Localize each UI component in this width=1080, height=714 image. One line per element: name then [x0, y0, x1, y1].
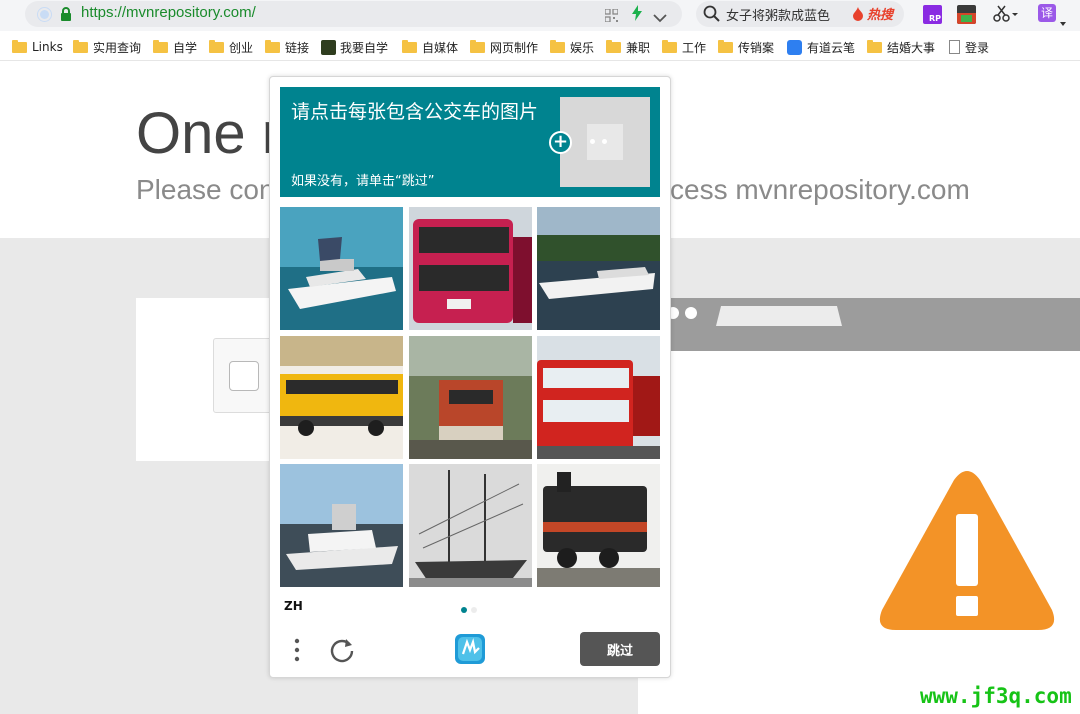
youdao-icon	[787, 39, 802, 55]
hot-search-text: 热搜	[867, 8, 894, 23]
page-dot	[471, 607, 477, 613]
bookmark-label: 自媒体	[422, 40, 459, 55]
skip-button[interactable]: 跳过	[580, 632, 660, 666]
folder-icon	[662, 39, 677, 53]
refresh-icon[interactable]	[328, 636, 356, 664]
extension-rp-icon[interactable]: RP	[923, 5, 942, 24]
bookmark-jiehun[interactable]: 结婚大事	[867, 38, 935, 56]
translate-chevron-icon[interactable]	[1060, 11, 1066, 26]
lightning-icon[interactable]	[631, 5, 643, 21]
lock-icon	[60, 6, 72, 21]
bookmark-gongzuo[interactable]: 工作	[662, 38, 706, 56]
bookmark-zixue[interactable]: 自学	[153, 38, 197, 56]
bookmark-label: 我要自学	[340, 40, 389, 55]
image-tile-yacht[interactable]	[280, 207, 403, 330]
chevron-down-icon[interactable]	[653, 8, 667, 23]
extension-rp-label: RP	[928, 14, 941, 23]
image-tile-sailing-ship[interactable]	[409, 464, 532, 587]
bookmark-shiyong[interactable]: 实用查询	[73, 38, 141, 56]
bookmark-woyaozixue[interactable]: 我要自学	[321, 38, 388, 56]
watermark-text: www.jf3q.com	[920, 684, 1072, 708]
bookmark-label: 工作	[682, 40, 707, 55]
bookmark-youdao[interactable]: 有道云笔	[787, 38, 855, 56]
bookmark-lianjie[interactable]: 链接	[265, 38, 309, 56]
bookmark-label: 娱乐	[570, 40, 595, 55]
image-tile-motorboat[interactable]	[537, 207, 660, 330]
bookmark-label: 兼职	[626, 40, 651, 55]
image-tile-bus[interactable]	[409, 207, 532, 330]
window-dot	[685, 307, 697, 319]
folder-icon	[73, 39, 88, 53]
hcaptcha-logo-icon[interactable]	[453, 632, 487, 666]
language-selector[interactable]: ZH	[284, 599, 303, 613]
image-tile-school-bus[interactable]	[280, 336, 403, 459]
translate-icon[interactable]: 译	[1038, 4, 1056, 22]
folder-icon	[402, 39, 417, 53]
more-options-icon[interactable]	[287, 636, 307, 664]
translate-label: 译	[1040, 6, 1053, 20]
bookmark-denglu[interactable]: 登录	[949, 38, 989, 56]
bookmark-links[interactable]: Links	[12, 38, 63, 56]
page-dot-active	[461, 607, 467, 613]
hot-search-label[interactable]: 热搜	[867, 4, 893, 23]
folder-icon	[470, 39, 485, 53]
warning-icon	[876, 470, 1058, 632]
page-subtitle-right: cess mvnrepository.com	[670, 174, 970, 205]
bookmark-label: 网页制作	[490, 40, 539, 55]
folder-icon	[867, 39, 882, 53]
bookmark-yule[interactable]: 娱乐	[550, 38, 594, 56]
illustration-tab	[716, 306, 842, 326]
folder-icon	[12, 39, 27, 53]
bookmark-label: 登录	[965, 40, 990, 55]
bookmark-wangye[interactable]: 网页制作	[470, 38, 538, 56]
bookmark-label: 传销案	[738, 40, 775, 55]
folder-icon	[718, 39, 733, 53]
bookmark-label: Links	[32, 40, 63, 54]
image-tile-yacht-2[interactable]	[280, 464, 403, 587]
captcha-prompt-subtitle: 如果没有，请单击“跳过”	[291, 174, 435, 189]
bookmark-label: 创业	[229, 40, 254, 55]
image-tile-steam-locomotive[interactable]	[537, 464, 660, 587]
page-subtitle-left: Please con	[136, 174, 275, 205]
loading-dot	[602, 139, 607, 144]
captcha-checkbox[interactable]	[229, 361, 259, 391]
folder-icon	[550, 39, 565, 53]
page-icon	[949, 40, 960, 54]
bookmark-label: 实用查询	[93, 40, 142, 55]
folder-icon	[606, 39, 621, 53]
loading-dot	[590, 139, 595, 144]
url-text[interactable]: https://mvnrepository.com/	[81, 4, 256, 21]
bookmark-label: 结婚大事	[887, 40, 936, 55]
bookmarks-bar: Links 实用查询 自学 创业 链接 我要自学 自媒体 网页制作 娱乐 兼职 …	[0, 31, 1080, 61]
captcha-prompt-title: 请点击每张包含公交车的图片	[291, 101, 539, 123]
qr-icon[interactable]	[604, 7, 619, 23]
search-query-text[interactable]: 女子将粥款成蓝色	[726, 5, 830, 24]
site-favicon	[321, 39, 336, 55]
extension-mp-icon[interactable]	[957, 5, 976, 24]
bookmark-chuangye[interactable]: 创业	[209, 38, 253, 56]
site-info-icon[interactable]	[38, 8, 51, 21]
bookmark-zimeiti[interactable]: 自媒体	[402, 38, 458, 56]
search-icon[interactable]	[703, 5, 720, 22]
bookmark-label: 链接	[285, 40, 310, 55]
image-tile-train[interactable]	[409, 336, 532, 459]
folder-icon	[209, 39, 224, 53]
flame-icon	[852, 6, 864, 21]
image-tile-red-bus[interactable]	[537, 336, 660, 459]
bookmark-jianzhi[interactable]: 兼职	[606, 38, 650, 56]
folder-icon	[265, 39, 280, 53]
plus-icon[interactable]: +	[549, 131, 572, 154]
scissors-icon[interactable]	[993, 5, 1019, 23]
bookmark-label: 有道云笔	[807, 40, 856, 55]
bookmark-label: 自学	[173, 40, 198, 55]
folder-icon	[153, 39, 168, 53]
bookmark-chuanxiao[interactable]: 传销案	[718, 38, 774, 56]
